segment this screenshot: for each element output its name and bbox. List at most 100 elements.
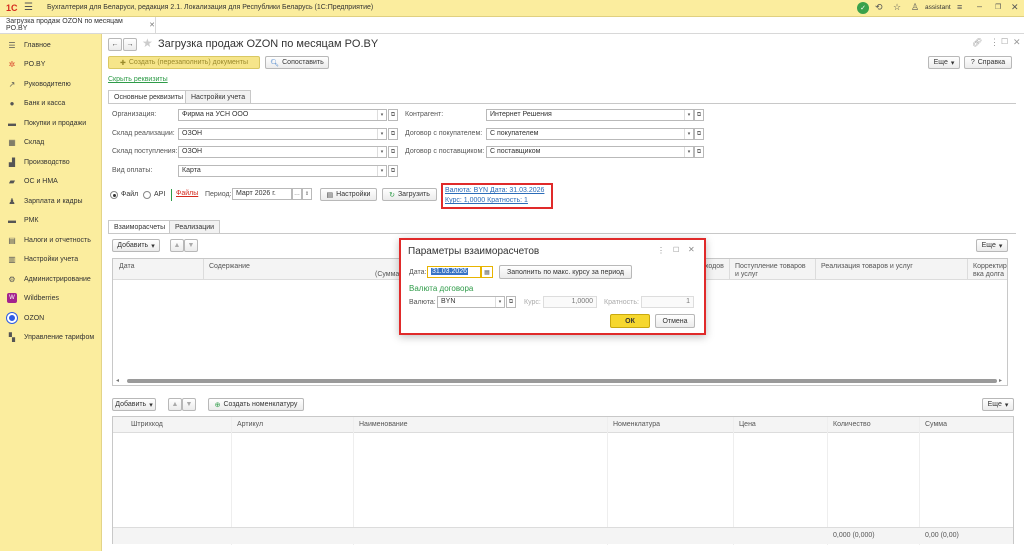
notifications-icon[interactable]: ✓ (857, 2, 869, 14)
user-icon[interactable]: ♙ (911, 2, 919, 13)
sidebar-item-purchases[interactable]: ▬ Покупки и продажи (0, 114, 102, 132)
dialog-date-field[interactable]: 31.03.2026 (427, 266, 481, 278)
payment-type-field[interactable]: Карта ▾ (178, 165, 387, 177)
contract-supplier-open-icon[interactable]: ⧉ (694, 146, 704, 158)
dialog-more-icon[interactable]: ⋮ (657, 246, 665, 255)
more-button[interactable]: Еще ▾ (928, 56, 960, 69)
move-down-button[interactable]: ▼ (184, 239, 198, 252)
table1-col-sep (815, 259, 816, 280)
dialog-ok-button[interactable]: ОК (610, 314, 650, 328)
period-select-icon[interactable]: … (292, 188, 302, 200)
dialog-currency-label: Валюта: (409, 299, 436, 306)
main-menu-icon[interactable]: ☰ (24, 2, 33, 13)
sidebar-item-manager[interactable]: ↗ Руководителю (0, 75, 102, 93)
sidebar-item-rmk[interactable]: ▬ РМК (0, 211, 102, 229)
more-actions-icon[interactable]: ⋮ (990, 37, 999, 48)
contract-buyer-field[interactable]: С покупателем ▾ (486, 128, 694, 140)
favorites-icon[interactable]: ☆ (893, 2, 901, 13)
sidebar-item-taxes[interactable]: ▤ Налоги и отчетность (0, 231, 102, 249)
sidebar-item-main[interactable]: ☰ Главное (0, 36, 102, 54)
scroll-left-icon[interactable]: ◂ (116, 377, 119, 384)
contract-buyer-label: Договор с покупателем: (405, 130, 483, 137)
link-icon[interactable]: 🔗︎ (972, 38, 982, 47)
sidebar-item-assets[interactable]: ▰ ОС и НМА (0, 172, 102, 190)
back-button[interactable]: ← (108, 38, 122, 51)
match-button[interactable]: 🔍︎ Сопоставить (265, 56, 329, 69)
load-button[interactable]: ↻ Загрузить (382, 188, 437, 201)
dialog-close-icon[interactable]: ✕ (688, 245, 695, 254)
tab-underline (108, 103, 1016, 104)
warehouse-sale-open-icon[interactable]: ⧉ (388, 128, 398, 140)
tab-settlements[interactable]: Взаиморасчеты (108, 220, 172, 233)
period-field[interactable]: Март 2026 г. (232, 188, 292, 200)
payment-type-open-icon[interactable]: ⧉ (388, 165, 398, 177)
warehouse-sale-field[interactable]: ОЗОН ▾ (178, 128, 387, 140)
tab-main-details[interactable]: Основные реквизиты (108, 90, 189, 103)
settings-menu-icon[interactable]: ≡ (957, 2, 962, 12)
goods-table[interactable]: Штрихкод Артикул Наименование Номенклату… (112, 416, 1014, 545)
files-link[interactable]: Файлы (176, 190, 198, 197)
radio-api-label[interactable]: API (154, 191, 165, 198)
move-down2-button[interactable]: ▼ (182, 398, 196, 411)
window-maximize-icon[interactable]: ☐ (1001, 37, 1008, 46)
hide-details-link[interactable]: Скрыть реквизиты (108, 76, 168, 83)
sidebar-item-warehouse[interactable]: ▦ Склад (0, 133, 102, 151)
sidebar-item-bank[interactable]: ● Банк и касса (0, 94, 102, 112)
move-up-button[interactable]: ▲ (170, 239, 184, 252)
user-name[interactable]: assistant (925, 4, 951, 11)
add2-button[interactable]: Добавить ▾ (112, 398, 156, 411)
dialog-currency-open-icon[interactable]: ⧉ (506, 296, 516, 308)
sidebar-item-ozon[interactable]: OZON (0, 309, 102, 327)
radio-file[interactable] (110, 191, 118, 199)
close-icon[interactable]: ✕ (1011, 2, 1019, 13)
create-nomenclature-button[interactable]: ⊕ Создать номенклатуру (208, 398, 304, 411)
sidebar-item-salary[interactable]: ♟ Зарплата и кадры (0, 192, 102, 210)
sidebar-item-wildberries[interactable]: W Wildberries (0, 289, 102, 307)
fill-max-rate-button[interactable]: Заполнить по макс. курсу за период (499, 265, 632, 279)
forward-button[interactable]: → (123, 38, 137, 51)
dialog-multiplicity-field: 1 (641, 296, 694, 308)
warehouse-in-field[interactable]: ОЗОН ▾ (178, 146, 387, 158)
help-button[interactable]: ? Справка (964, 56, 1012, 69)
dialog-maximize-icon[interactable]: ☐ (673, 246, 679, 254)
contractor-field[interactable]: Интернет Решения ▾ (486, 109, 694, 121)
move-up2-button[interactable]: ▲ (168, 398, 182, 411)
tab-ozon-load[interactable]: Загрузка продаж OZON по месяцам PO.BY ✕ (0, 17, 156, 33)
add-button[interactable]: Добавить ▾ (112, 239, 160, 252)
table2-more-button[interactable]: Еще ▾ (982, 398, 1014, 411)
radio-api[interactable] (143, 191, 151, 199)
scroll-right-icon[interactable]: ▸ (999, 377, 1002, 384)
org-field[interactable]: Фирма на УСН ООО ▾ (178, 109, 387, 121)
sidebar-item-tariff[interactable]: ▚ Управление тарифом (0, 328, 102, 346)
contract-buyer-open-icon[interactable]: ⧉ (694, 128, 704, 140)
table1-scrollbar[interactable] (127, 379, 997, 383)
contractor-open-icon[interactable]: ⧉ (694, 109, 704, 121)
app-logo[interactable]: 1С (6, 3, 18, 13)
create-documents-button[interactable]: ✚ Создать (перезаполнить) документы (108, 56, 260, 69)
rate-info-link[interactable]: Курс: 1,0000 Кратность: 1 (445, 197, 528, 204)
sidebar-item-poby[interactable]: ✲ PO.BY (0, 55, 102, 73)
tab-close-icon[interactable]: ✕ (149, 21, 155, 29)
sidebar-item-production[interactable]: ▟ Производство (0, 153, 102, 171)
warehouse-in-open-icon[interactable]: ⧉ (388, 146, 398, 158)
table1-more-button[interactable]: Еще ▾ (976, 239, 1008, 252)
calendar-icon[interactable]: ▦ (481, 266, 493, 278)
window-close-icon[interactable]: ✕ (1013, 37, 1021, 48)
contract-supplier-field[interactable]: С поставщиком ▾ (486, 146, 694, 158)
tab-accounting-settings[interactable]: Настройки учета (185, 90, 252, 103)
sidebar-item-admin[interactable]: ⚙ Администрирование (0, 270, 102, 288)
dialog-cancel-button[interactable]: Отмена (655, 314, 695, 328)
currency-info-link[interactable]: Валюта: BYN Дата: 31.03.2026 (445, 187, 544, 194)
period-spin-icon[interactable]: ⇕ (302, 188, 312, 200)
bank-icon: ● (9, 98, 15, 108)
org-open-icon[interactable]: ⧉ (388, 109, 398, 121)
favorite-star-icon[interactable]: ★ (142, 36, 153, 50)
dialog-currency-field[interactable]: BYN ▾ (437, 296, 505, 308)
tab-sales[interactable]: Реализации (169, 220, 221, 233)
settings-button[interactable]: ▤ Настройки (320, 188, 377, 201)
maximize-icon[interactable]: ❐ (995, 3, 1001, 11)
minimize-icon[interactable]: – (977, 1, 982, 11)
history-icon[interactable]: ⟲ (875, 2, 883, 13)
radio-file-label[interactable]: Файл (121, 191, 138, 198)
sidebar-item-accounting-settings[interactable]: ▥ Настройки учета (0, 250, 102, 268)
